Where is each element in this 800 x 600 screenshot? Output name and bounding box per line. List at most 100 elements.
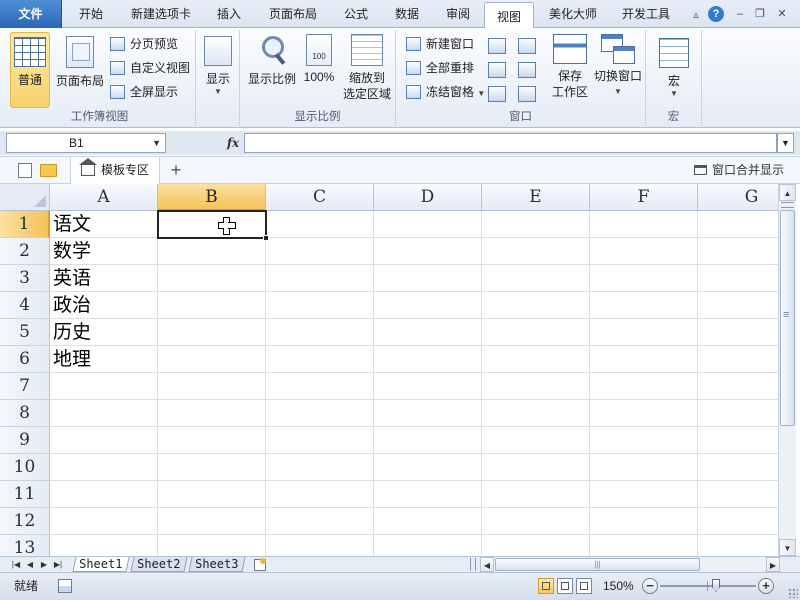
formula-input[interactable] (244, 133, 777, 153)
insert-function-button[interactable]: fx (222, 133, 244, 153)
scroll-down-button[interactable]: ▼ (779, 539, 796, 556)
row-header-1[interactable]: 1 (0, 211, 50, 238)
cell-f10[interactable] (590, 454, 698, 481)
cell-a8[interactable] (50, 400, 158, 427)
column-header-c[interactable]: C (266, 184, 374, 211)
custom-views-button[interactable]: 自定义视图 (110, 58, 190, 78)
reset-window-position-icon[interactable] (518, 86, 536, 102)
zoom-in-button[interactable]: + (758, 578, 774, 594)
cell-c12[interactable] (266, 508, 374, 535)
chevron-down-icon[interactable]: ▼ (152, 134, 161, 152)
sheet-tab-sheet2[interactable]: Sheet2 (130, 557, 188, 572)
cell-e10[interactable] (482, 454, 590, 481)
cell-f5[interactable] (590, 319, 698, 346)
split-icon[interactable] (488, 38, 506, 54)
tab-new-tab[interactable]: 新建选项卡 (120, 0, 202, 28)
cell-f11[interactable] (590, 481, 698, 508)
cell-a2[interactable]: 数学 (50, 238, 158, 265)
cell-c1[interactable] (266, 211, 374, 238)
next-sheet-button[interactable]: ▶ (38, 557, 50, 572)
zoom-to-selection-button[interactable]: 缩放到 选定区域 (340, 32, 394, 108)
horizontal-scroll-thumb[interactable]: ||| (495, 558, 700, 571)
cell-g4[interactable] (698, 292, 778, 319)
cell-a12[interactable] (50, 508, 158, 535)
cell-g7[interactable] (698, 373, 778, 400)
cell-d1[interactable] (374, 211, 482, 238)
cell-a13[interactable] (50, 535, 158, 556)
help-icon[interactable]: ? (708, 6, 724, 22)
tab-formulas[interactable]: 公式 (334, 0, 378, 28)
cell-e3[interactable] (482, 265, 590, 292)
cell-a9[interactable] (50, 427, 158, 454)
vertical-scroll-thumb[interactable] (780, 210, 795, 426)
cell-d9[interactable] (374, 427, 482, 454)
cell-b7[interactable] (158, 373, 266, 400)
cell-g11[interactable] (698, 481, 778, 508)
cell-b13[interactable] (158, 535, 266, 556)
cell-e9[interactable] (482, 427, 590, 454)
cell-e4[interactable] (482, 292, 590, 319)
new-window-button[interactable]: 新建窗口 (406, 34, 474, 54)
column-header-a[interactable]: A (50, 184, 158, 211)
cell-f13[interactable] (590, 535, 698, 556)
cell-b10[interactable] (158, 454, 266, 481)
cell-c2[interactable] (266, 238, 374, 265)
column-header-e[interactable]: E (482, 184, 590, 211)
cell-c3[interactable] (266, 265, 374, 292)
cell-d6[interactable] (374, 346, 482, 373)
cell-g1[interactable] (698, 211, 778, 238)
column-header-g[interactable]: G (698, 184, 778, 211)
row-header-4[interactable]: 4 (0, 292, 50, 319)
zoom-slider[interactable] (660, 579, 756, 592)
cell-a11[interactable] (50, 481, 158, 508)
merge-windows-button[interactable]: 窗口合并显示 (693, 157, 784, 184)
cell-e2[interactable] (482, 238, 590, 265)
cell-g2[interactable] (698, 238, 778, 265)
zoom-slider-thumb[interactable] (712, 579, 720, 592)
cell-b8[interactable] (158, 400, 266, 427)
tab-developer[interactable]: 开发工具 (612, 0, 680, 28)
zoom-100-button[interactable]: 100 100% (300, 32, 338, 108)
cell-c8[interactable] (266, 400, 374, 427)
tab-view[interactable]: 视图 (484, 2, 534, 29)
cell-a5[interactable]: 历史 (50, 319, 158, 346)
normal-view-status-button[interactable] (538, 578, 554, 594)
cell-b12[interactable] (158, 508, 266, 535)
cell-a3[interactable]: 英语 (50, 265, 158, 292)
macros-button[interactable]: 宏 ▼ (656, 32, 692, 108)
save-workspace-button[interactable]: 保存 工作区 (548, 32, 592, 108)
row-header-6[interactable]: 6 (0, 346, 50, 373)
cell-f4[interactable] (590, 292, 698, 319)
cell-g9[interactable] (698, 427, 778, 454)
page-layout-view-button[interactable]: 页面布局 (52, 32, 108, 108)
tab-file[interactable]: 文件 (0, 0, 62, 28)
cell-g6[interactable] (698, 346, 778, 373)
row-header-3[interactable]: 3 (0, 265, 50, 292)
cell-g12[interactable] (698, 508, 778, 535)
cell-f2[interactable] (590, 238, 698, 265)
row-header-9[interactable]: 9 (0, 427, 50, 454)
cell-f12[interactable] (590, 508, 698, 535)
cell-f8[interactable] (590, 400, 698, 427)
expand-formula-bar-button[interactable]: ▼ (777, 133, 794, 153)
tab-home[interactable]: 开始 (66, 0, 116, 28)
cell-b2[interactable] (158, 238, 266, 265)
cell-g5[interactable] (698, 319, 778, 346)
cell-d2[interactable] (374, 238, 482, 265)
row-header-7[interactable]: 7 (0, 373, 50, 400)
tab-insert[interactable]: 插入 (206, 0, 252, 28)
page-break-status-button[interactable] (576, 578, 592, 594)
cell-b9[interactable] (158, 427, 266, 454)
vertical-scrollbar[interactable]: ▲ ▼ (778, 184, 796, 556)
fill-handle[interactable] (263, 235, 269, 241)
chevron-up-icon[interactable]: ▵ (688, 7, 704, 23)
cell-e11[interactable] (482, 481, 590, 508)
close-button[interactable]: ✕ (774, 6, 790, 22)
row-header-11[interactable]: 11 (0, 481, 50, 508)
cell-g3[interactable] (698, 265, 778, 292)
cell-b11[interactable] (158, 481, 266, 508)
hide-window-icon[interactable] (488, 62, 506, 78)
cell-c10[interactable] (266, 454, 374, 481)
cell-c7[interactable] (266, 373, 374, 400)
freeze-panes-button[interactable]: 冻结窗格 ▼ (406, 82, 485, 102)
